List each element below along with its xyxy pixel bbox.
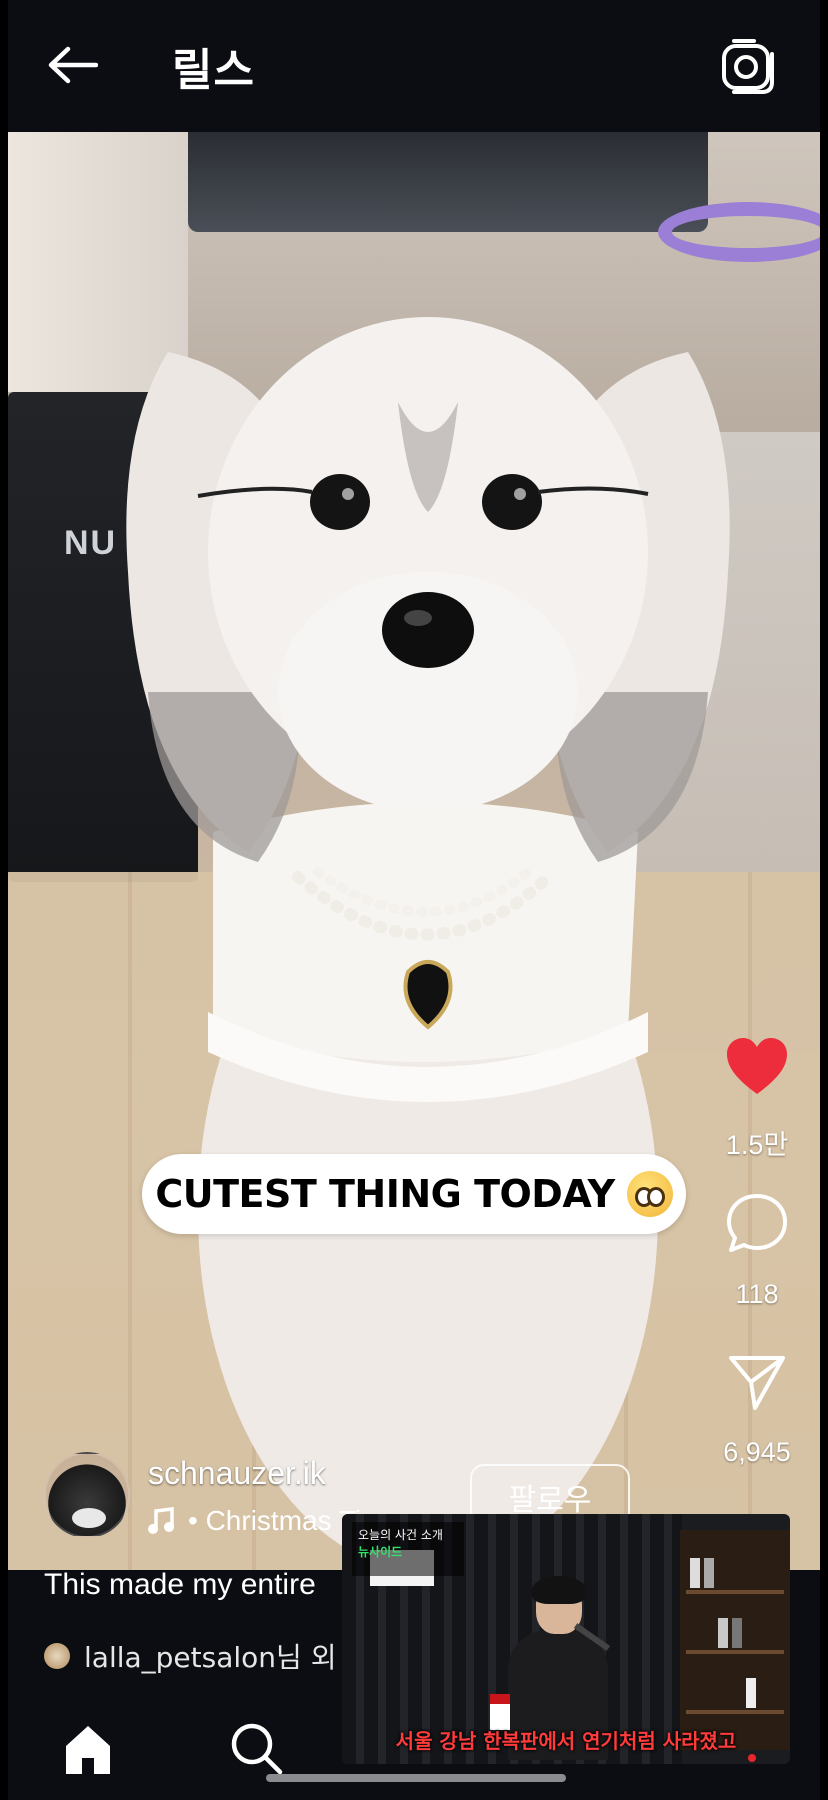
pip-badge-brand: 뉴사이드: [358, 1545, 403, 1559]
music-note-icon: [148, 1507, 174, 1534]
like-action[interactable]: 1.5만: [702, 1036, 812, 1162]
share-count: 6,945: [723, 1437, 791, 1467]
audio-track[interactable]: • Christmas Ti: [148, 1505, 361, 1537]
picture-in-picture-player[interactable]: 오늘의 사건 소개 뉴사이드 서울 강남 한복판에서 연기처럼 사라졌고: [342, 1514, 790, 1764]
back-button[interactable]: [44, 40, 100, 90]
audio-track-label: • Christmas Ti: [188, 1505, 362, 1536]
camera-icon: [722, 39, 774, 94]
pip-live-dot: [748, 1754, 756, 1762]
share-action[interactable]: 6,945: [702, 1350, 812, 1468]
pleading-face-emoji-icon: [626, 1171, 673, 1217]
page-title: 릴스: [172, 45, 255, 96]
nav-home-button[interactable]: [60, 1722, 116, 1778]
dog-illustration: [126, 317, 730, 1570]
comment-bubble-icon: [727, 1194, 787, 1252]
reel-caption[interactable]: This made my entire: [44, 1568, 316, 1602]
comment-count: 118: [735, 1279, 779, 1309]
pip-subtitle: 서울 강남 한복판에서 연기처럼 사라졌고: [395, 1729, 737, 1753]
home-icon: [66, 1726, 110, 1774]
pip-bookshelf: [680, 1530, 790, 1750]
home-indicator[interactable]: [266, 1774, 566, 1782]
liked-by-avatar: [44, 1643, 70, 1669]
author-username[interactable]: schnauzer.ik: [148, 1455, 326, 1492]
search-icon: [231, 1723, 283, 1775]
liked-by-text: lalla_petsalon님 외: [84, 1641, 337, 1674]
author-avatar[interactable]: [44, 1452, 130, 1538]
reels-screen: 릴스 NU CUTEST THING TODAY 1.5만 118 6,945 …: [8, 0, 820, 1800]
caption-sticker: CUTEST THING TODAY: [142, 1154, 686, 1234]
top-bar: 릴스: [8, 0, 820, 132]
heart-filled-icon: [727, 1038, 787, 1094]
like-count: 1.5만: [725, 1130, 789, 1160]
reel-video[interactable]: NU CUTEST THING TODAY: [8, 132, 820, 1570]
liked-by-row[interactable]: lalla_petsalon님 외: [44, 1636, 336, 1676]
pip-badge-title: 오늘의 사건 소개: [358, 1528, 443, 1542]
sticker-text: CUTEST THING TODAY: [155, 1172, 615, 1216]
comment-action[interactable]: 118: [702, 1192, 812, 1310]
send-paper-plane-icon: [729, 1356, 785, 1410]
nav-search-button[interactable]: [228, 1720, 284, 1776]
arrow-left-icon: [48, 46, 98, 84]
pip-channel-badge: 오늘의 사건 소개 뉴사이드: [352, 1522, 464, 1576]
camera-button[interactable]: [720, 38, 776, 94]
